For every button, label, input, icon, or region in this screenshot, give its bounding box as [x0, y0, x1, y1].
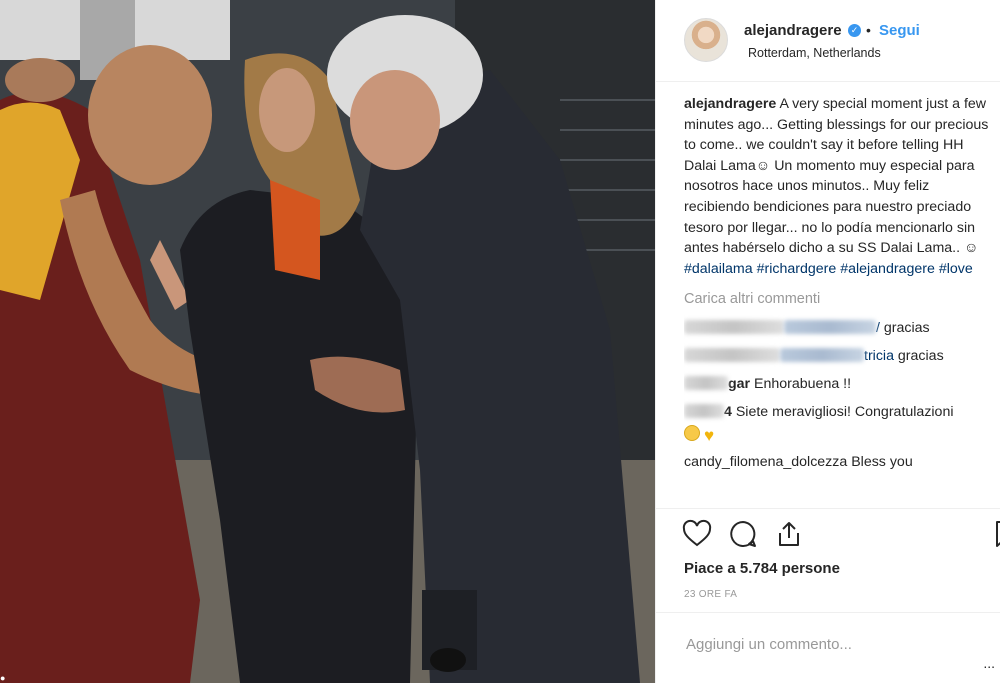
add-comment-input[interactable]	[684, 635, 978, 654]
load-more-comments-button[interactable]: Carica altri commenti	[684, 289, 996, 310]
comment-item: tricia gracias	[684, 346, 996, 366]
hashtag-link[interactable]: #richardgere	[757, 261, 837, 277]
dot-separator: •	[866, 22, 871, 38]
caption-text: A very special moment just a few minutes…	[684, 96, 989, 257]
comment-mention-tail[interactable]: /	[876, 320, 880, 336]
post-username[interactable]: alejandragere	[744, 22, 842, 39]
location-link[interactable]: Rotterdam, Netherlands	[748, 46, 881, 60]
hashtag-link[interactable]: #alejandragere	[840, 261, 935, 277]
tag-icon[interactable]: ●	[0, 673, 10, 683]
post-side-panel: alejandragere ✓ • Segui Rotterdam, Nethe…	[655, 0, 1000, 683]
comment-text: gracias	[897, 347, 944, 364]
smiling-face-emoji-icon	[684, 424, 700, 441]
comment-username-tail[interactable]: 4	[724, 404, 732, 420]
comment-username-blurred[interactable]	[684, 403, 724, 418]
comment-mention-blurred[interactable]	[784, 319, 876, 334]
add-comment-area: ...	[656, 612, 1000, 683]
post-actions-bar	[656, 508, 1000, 558]
comment-item: candy_filomena_dolcezza Bless you	[684, 453, 913, 470]
comment-item: gar Enhorabuena !!	[684, 374, 996, 394]
comment-text: Enhorabuena !!	[754, 375, 852, 392]
comment-item: 4 Siete meravigliosi! Congratulazioni ♥	[684, 402, 996, 444]
hashtag-link[interactable]: #love	[939, 261, 973, 277]
post-timestamp[interactable]: 23 ORE FA	[684, 589, 737, 600]
heart-outline-icon[interactable]	[682, 519, 712, 549]
caption-username[interactable]: alejandragere	[684, 96, 776, 112]
comment-username-blurred[interactable]	[684, 319, 784, 334]
post-header: alejandragere ✓ • Segui Rotterdam, Nethe…	[656, 0, 1000, 82]
comment-mention-blurred[interactable]	[780, 347, 864, 362]
verified-badge-icon: ✓	[848, 24, 861, 37]
hashtag-link[interactable]: #dalailama	[684, 261, 753, 277]
comment-item: / gracias	[684, 318, 996, 338]
caption: alejandragere A very special moment just…	[684, 94, 996, 279]
comment-username-blurred[interactable]	[684, 347, 780, 362]
bookmark-icon[interactable]	[991, 519, 1000, 549]
comment-text: Siete meravigliosi! Congratulazioni	[735, 403, 954, 420]
photo-illustration	[0, 0, 655, 683]
avatar[interactable]	[684, 18, 728, 62]
comments-list[interactable]: alejandragere A very special moment just…	[684, 94, 996, 508]
share-icon[interactable]	[774, 519, 804, 549]
comment-mention-tail[interactable]: tricia	[864, 348, 894, 364]
comment-username-tail[interactable]: gar	[728, 376, 750, 392]
post-photo[interactable]: ●	[0, 0, 655, 683]
follow-button[interactable]: Segui	[879, 22, 920, 39]
yellow-heart-emoji-icon: ♥	[704, 425, 715, 445]
comment-text: gracias	[883, 319, 930, 336]
more-options-icon[interactable]: ...	[983, 655, 995, 671]
speech-bubble-icon[interactable]	[728, 519, 758, 549]
comment-username-blurred[interactable]	[684, 375, 728, 390]
likes-count[interactable]: Piace a 5.784 persone	[684, 560, 840, 577]
